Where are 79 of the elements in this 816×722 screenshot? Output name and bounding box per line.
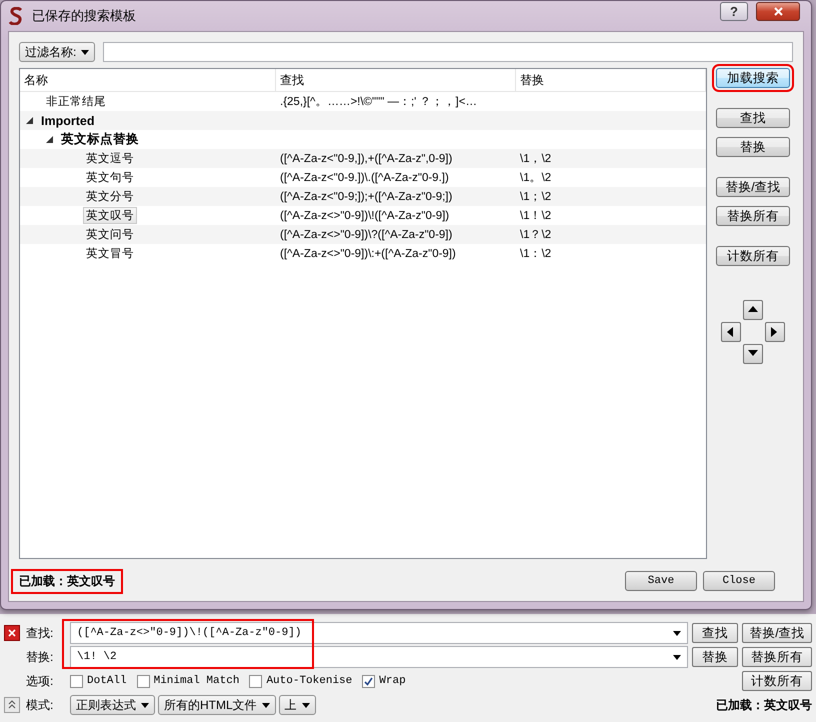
find-pattern: ([^A-Za-z<>"0-9])\:+([^A-Za-z"0-9]) (279, 248, 456, 260)
checkbox[interactable] (362, 674, 376, 688)
replace-pattern: \1，\2 (519, 153, 552, 165)
template-name[interactable]: 英文问号 (84, 227, 136, 242)
filter-dropdown[interactable]: 过滤名称: (19, 42, 96, 62)
find-bar-button[interactable]: 替换/查找 (742, 623, 812, 643)
checkbox-label: Minimal Match (154, 675, 240, 687)
template-name[interactable]: 英文逗号 (84, 151, 136, 166)
collapse-icon[interactable] (4, 697, 20, 713)
template-name[interactable]: 英文句号 (84, 170, 136, 185)
replace-field[interactable]: \1! \2 (70, 646, 688, 668)
replace-label: 替换: (26, 648, 54, 666)
find-field[interactable]: ([^A-Za-z<>"0-9])\!([^A-Za-z"0-9]) (70, 622, 688, 644)
folder-name[interactable]: Imported (39, 114, 96, 128)
mode-label: 模式: (26, 696, 54, 714)
template-name[interactable]: 英文冒号 (84, 246, 136, 261)
caret-icon (141, 702, 149, 708)
replace-pattern: \1？\2 (519, 229, 552, 241)
replace-pattern: \1；\2 (519, 191, 552, 203)
checkbox-label: Auto-Tokenise (266, 675, 352, 687)
caret-icon (673, 654, 681, 660)
find-bar-button[interactable]: 查找 (692, 623, 738, 643)
close-button[interactable] (756, 2, 800, 20)
loaded-status: 已加载：英文叹号 (715, 696, 812, 714)
column-header[interactable]: 查找 (276, 69, 516, 91)
triangle-icon (748, 305, 758, 315)
window-title: 已保存的搜索模板 (32, 7, 137, 25)
action-button[interactable]: 替换所有 (716, 206, 790, 226)
find-bar-button[interactable]: 替换 (692, 647, 738, 667)
move-left-button[interactable] (721, 322, 741, 342)
action-button[interactable]: 计数所有 (716, 246, 790, 266)
count-all-button[interactable]: 计数所有 (742, 671, 812, 691)
find-pattern: ([^A-Za-z<>"0-9])\?([^A-Za-z"0-9]) (279, 228, 452, 240)
checkbox[interactable] (136, 674, 150, 688)
find-pattern: ([^A-Za-z<"0-9,]),+([^A-Za-z",0-9]) (279, 152, 452, 164)
mode-dropdown[interactable]: 上 (278, 695, 316, 715)
find-label: 查找: (26, 624, 54, 642)
action-button[interactable]: 替换 (716, 137, 790, 157)
column-header[interactable]: 替换 (516, 69, 706, 91)
caret-icon (262, 702, 270, 708)
template-name[interactable]: 非正常结尾 (44, 94, 108, 109)
caret-icon (81, 50, 90, 54)
close-icon[interactable] (4, 625, 20, 641)
mode-dropdown[interactable]: 所有的HTML文件 (158, 695, 276, 715)
move-right-button[interactable] (765, 322, 785, 342)
move-down-button[interactable] (743, 344, 763, 364)
app-logo-icon (8, 7, 24, 25)
close-icon (774, 6, 782, 16)
template-name[interactable]: 英文分号 (84, 189, 136, 204)
checkbox-label: Wrap (379, 675, 406, 687)
replace-pattern: \1：\2 (519, 248, 552, 260)
checkbox[interactable] (70, 674, 83, 688)
find-bar-button[interactable]: 替换所有 (742, 647, 812, 667)
help-button[interactable]: ? (720, 2, 748, 20)
dialog-button[interactable]: Close (703, 571, 775, 591)
filter-field[interactable] (103, 42, 793, 62)
replace-pattern: \1。\2 (519, 172, 552, 184)
action-button[interactable]: 替换/查找 (716, 177, 790, 197)
replace-pattern: \1！\2 (519, 210, 552, 222)
folder-name[interactable]: 英文标点替换 (59, 131, 141, 148)
caret-icon (673, 630, 681, 636)
loaded-status: 已加载：英文叹号 (13, 570, 121, 592)
options-label: 选项: (26, 672, 54, 690)
expand-arrow-icon[interactable] (46, 136, 53, 143)
dialog-button[interactable]: Save (625, 571, 697, 591)
expand-arrow-icon[interactable] (26, 117, 33, 124)
move-up-button[interactable] (743, 300, 763, 320)
find-pattern: ([^A-Za-z<"0-9.])\.([^A-Za-z"0-9.]) (279, 172, 449, 184)
find-pattern: ([^A-Za-z<"0-9;]);+([^A-Za-z"0-9;]) (279, 190, 452, 202)
caret-icon (302, 702, 310, 708)
mode-dropdown[interactable]: 正则表达式 (70, 695, 155, 715)
find-pattern: .{25,}[^。……>!\©""" —：;' ？；，]<… (279, 96, 477, 108)
checkbox[interactable] (249, 674, 262, 688)
action-button[interactable]: 查找 (716, 108, 790, 128)
checkbox-label: DotAll (87, 675, 127, 687)
triangle-icon (726, 327, 736, 337)
find-pattern: ([^A-Za-z<>"0-9])\!([^A-Za-z"0-9]) (279, 210, 450, 222)
column-header[interactable]: 名称 (20, 69, 276, 91)
template-name[interactable]: 英文叹号 (84, 208, 136, 223)
